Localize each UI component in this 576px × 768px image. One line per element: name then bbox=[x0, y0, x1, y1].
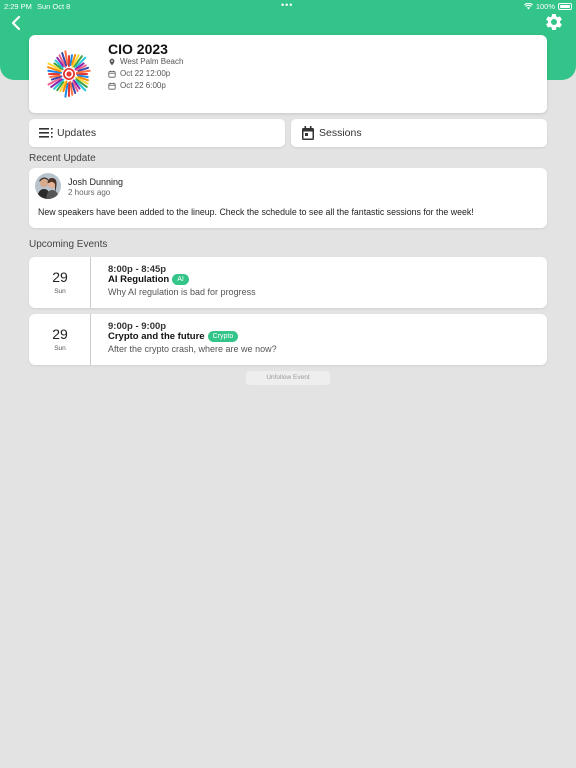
session-card[interactable]: 29 Sun 8:00p - 8:45p AI Regulation AI Wh… bbox=[29, 257, 547, 308]
status-time: 2:29 PM bbox=[4, 2, 32, 11]
calendar-icon bbox=[108, 82, 116, 90]
event-card: CIO 2023 West Palm Beach Oct 22 12:00p O… bbox=[29, 35, 547, 113]
tab-sessions[interactable]: Sessions bbox=[291, 119, 547, 147]
back-button[interactable] bbox=[8, 14, 26, 32]
session-day: 29 bbox=[52, 326, 68, 342]
tab-updates-label: Updates bbox=[57, 127, 97, 139]
update-card[interactable]: Josh Dunning 2 hours ago New speakers ha… bbox=[29, 168, 547, 228]
session-card[interactable]: 29 Sun 9:00p - 9:00p Crypto and the futu… bbox=[29, 314, 547, 365]
chevron-left-icon bbox=[11, 15, 21, 31]
status-bar: 2:29 PM Sun Oct 8 ••• 100% bbox=[0, 0, 576, 12]
divider bbox=[90, 314, 91, 365]
gear-icon bbox=[546, 13, 562, 30]
session-tag: Crypto bbox=[207, 331, 239, 342]
event-logo-graphic bbox=[47, 50, 91, 98]
session-description: Why AI regulation is bad for progress bbox=[108, 287, 256, 297]
update-timestamp: 2 hours ago bbox=[68, 188, 111, 197]
calendar-icon bbox=[302, 126, 314, 140]
session-weekday: Sun bbox=[54, 345, 66, 352]
event-start-time: Oct 22 12:00p bbox=[120, 69, 171, 78]
tab-sessions-label: Sessions bbox=[319, 127, 362, 139]
map-pin-icon bbox=[109, 58, 115, 65]
update-text: New speakers have been added to the line… bbox=[38, 207, 474, 217]
status-date: Sun Oct 8 bbox=[37, 2, 71, 11]
avatar-photo bbox=[35, 173, 61, 199]
battery-percent: 100% bbox=[535, 2, 555, 11]
calendar-icon bbox=[108, 70, 116, 78]
status-right: 100% bbox=[523, 2, 572, 11]
avatar bbox=[35, 173, 61, 199]
event-location-row: West Palm Beach bbox=[108, 57, 183, 66]
recent-update-heading: Recent Update bbox=[29, 153, 96, 164]
list-icon bbox=[39, 128, 53, 138]
settings-button[interactable] bbox=[544, 12, 564, 32]
wifi-icon bbox=[523, 3, 533, 10]
event-start-row: Oct 22 12:00p bbox=[108, 69, 170, 78]
session-day: 29 bbox=[52, 269, 68, 285]
session-description: After the crypto crash, where are we now… bbox=[108, 344, 277, 354]
session-tag: AI bbox=[172, 274, 189, 285]
event-location: West Palm Beach bbox=[120, 57, 184, 66]
update-author: Josh Dunning bbox=[68, 177, 124, 187]
session-title-row: Crypto and the future Crypto bbox=[108, 331, 239, 342]
session-title: Crypto and the future bbox=[108, 331, 205, 342]
multitasking-dots-icon[interactable]: ••• bbox=[281, 0, 293, 10]
divider bbox=[90, 257, 91, 308]
session-title: AI Regulation bbox=[108, 274, 170, 285]
battery-icon bbox=[558, 3, 572, 10]
unfollow-event-button[interactable]: Unfollow Event bbox=[246, 371, 330, 385]
tab-updates[interactable]: Updates bbox=[29, 119, 285, 147]
event-end-time: Oct 22 6:00p bbox=[120, 81, 166, 90]
event-logo bbox=[43, 48, 95, 100]
event-end-row: Oct 22 6:00p bbox=[108, 81, 166, 90]
session-weekday: Sun bbox=[54, 288, 66, 295]
event-title: CIO 2023 bbox=[108, 41, 168, 57]
session-title-row: AI Regulation AI bbox=[108, 274, 189, 285]
upcoming-events-heading: Upcoming Events bbox=[29, 239, 108, 250]
